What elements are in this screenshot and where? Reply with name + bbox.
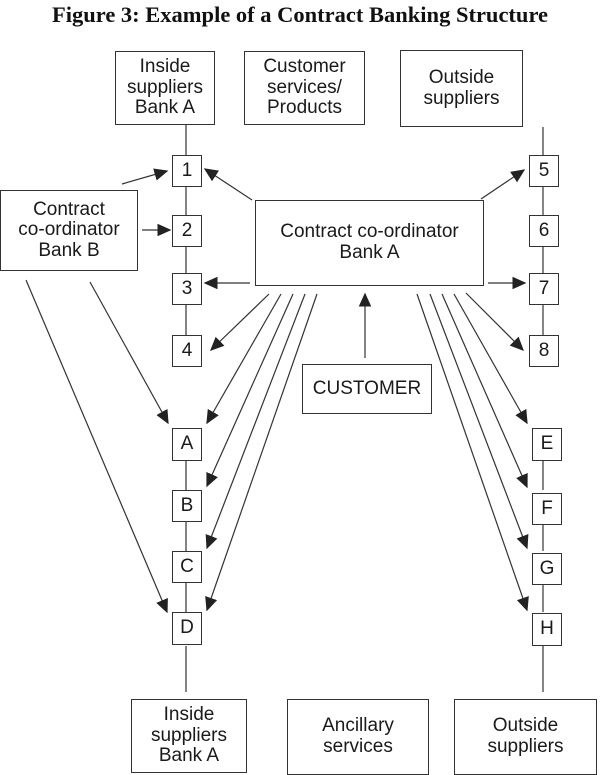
box-line: Contract	[33, 198, 105, 220]
contract-coordinator-bank-a: Contract co-ordinator Bank A	[255, 200, 484, 286]
node-1: 1	[172, 155, 202, 187]
node-8: 8	[529, 335, 559, 367]
contract-coordinator-bank-b: Contract co-ordinator Bank B	[0, 190, 138, 271]
node-3: 3	[172, 273, 202, 305]
node-label: G	[539, 557, 555, 579]
box-line: suppliers	[126, 76, 204, 98]
inside-suppliers-bank-a-top: Inside suppliers Bank A	[115, 51, 215, 125]
box-line: Bank A	[158, 745, 220, 767]
box-line: Outside	[428, 66, 495, 88]
node-label: E	[540, 433, 554, 455]
box-line: suppliers	[150, 724, 228, 746]
box-line: Inside	[163, 704, 215, 726]
box-line: Ancillary	[322, 715, 394, 737]
box-line: CUSTOMER	[312, 377, 422, 399]
box-line: suppliers	[487, 736, 564, 757]
arrow-b-to-A	[89, 281, 169, 425]
arrow-b-to-1	[121, 168, 169, 185]
box-line: Bank A	[134, 97, 196, 119]
node-H: H	[532, 613, 562, 646]
node-label: C	[180, 555, 194, 577]
node-label: 2	[181, 219, 193, 241]
arrow-a-to-5	[480, 169, 526, 200]
box-line: Contract co-ordinator	[280, 221, 459, 243]
node-label: 4	[181, 339, 193, 361]
outside-suppliers-bottom: Outside suppliers	[454, 699, 597, 775]
customer-box: CUSTOMER	[302, 364, 432, 414]
node-label: A	[180, 433, 194, 455]
node-D: D	[172, 612, 202, 645]
node-label: 8	[538, 339, 550, 361]
node-label: D	[180, 617, 194, 639]
node-F: F	[532, 493, 562, 525]
arrow-a-to-C	[205, 293, 306, 550]
box-line: Inside	[139, 56, 191, 78]
box-line: services	[323, 736, 393, 757]
node-C: C	[172, 551, 202, 583]
customer-services-products: Customer services/Products	[244, 51, 365, 125]
arrow-a-to-8	[465, 292, 524, 351]
node-6: 6	[529, 215, 559, 247]
box-line: co-ordinator	[18, 219, 120, 241]
arrow-a-to-G	[429, 293, 529, 550]
node-label: 7	[538, 277, 550, 299]
node-7: 7	[529, 273, 559, 305]
box-line: Bank B	[38, 239, 100, 261]
inside-suppliers-bank-a-bottom: Inside suppliers Bank A	[131, 699, 247, 773]
node-A: A	[172, 428, 202, 461]
arrow-a-to-H	[416, 293, 529, 612]
arrow-a-to-4	[209, 293, 270, 351]
arrow-a-to-F	[441, 293, 528, 489]
node-G: G	[532, 553, 562, 585]
node-label: 3	[181, 277, 193, 299]
box-line: Customer	[263, 56, 346, 78]
box-line: services/	[267, 76, 342, 98]
box-line: suppliers	[423, 87, 500, 109]
node-label: B	[180, 494, 194, 516]
arrow-a-to-B	[206, 293, 294, 488]
node-E: E	[532, 428, 562, 461]
box-line: Outside	[492, 715, 559, 737]
arrow-b-to-D	[25, 279, 168, 614]
box-line: Bank A	[339, 242, 400, 263]
box-line: Products	[267, 97, 342, 119]
node-B: B	[172, 490, 202, 522]
node-5: 5	[529, 155, 559, 187]
node-label: H	[540, 618, 554, 640]
node-label: F	[541, 497, 553, 519]
node-label: 6	[538, 219, 550, 241]
node-4: 4	[172, 335, 202, 367]
node-2: 2	[172, 215, 202, 247]
node-label: 1	[181, 159, 193, 181]
arrow-a-to-1	[203, 168, 253, 201]
ancillary-services: Ancillary services	[287, 699, 429, 775]
outside-suppliers-top: Outside suppliers	[400, 50, 523, 127]
node-label: 5	[538, 159, 550, 181]
arrow-a-to-D	[205, 293, 318, 612]
